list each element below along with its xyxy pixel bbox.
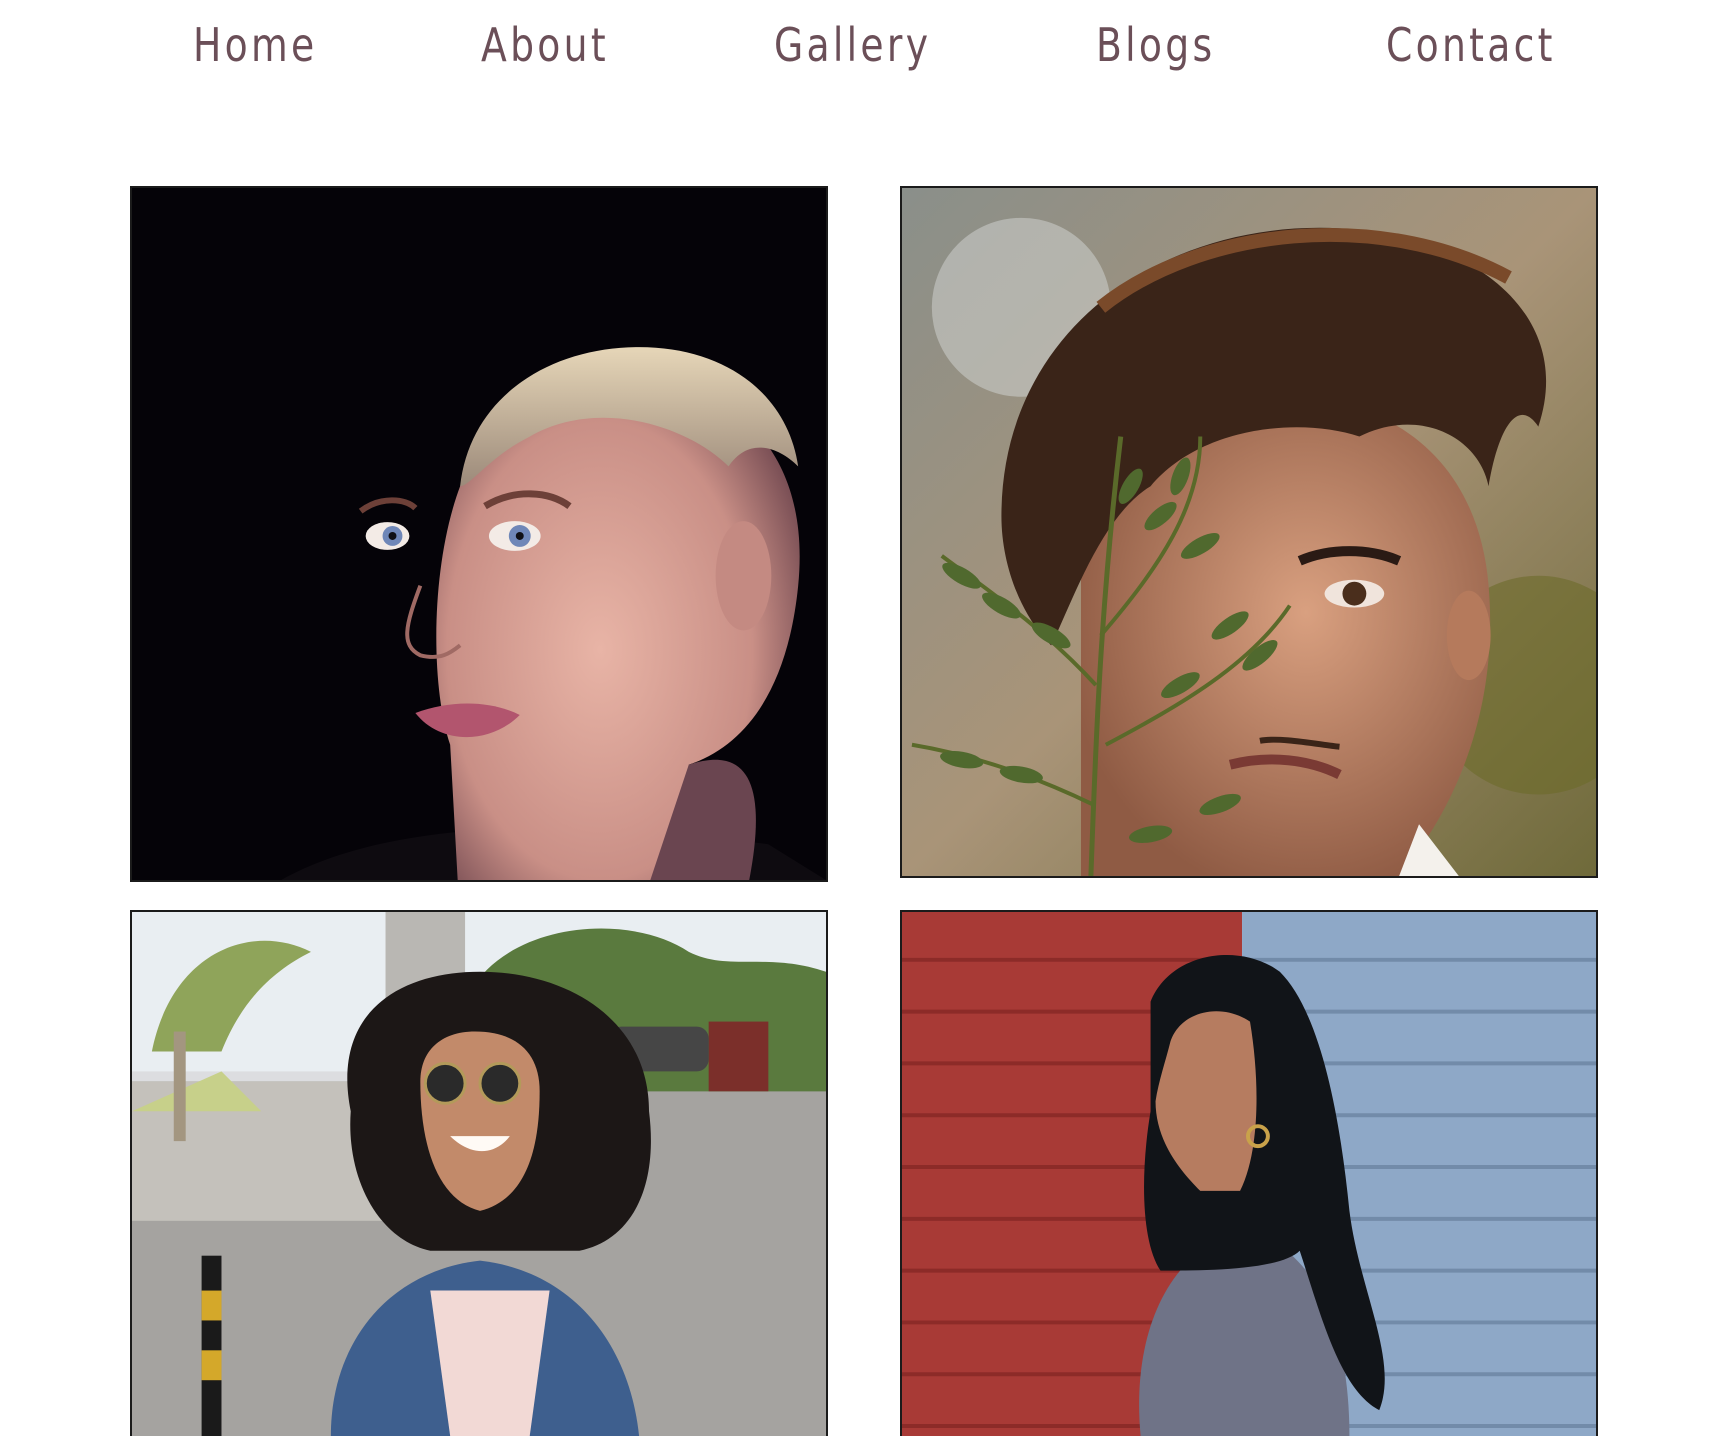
main-navigation: Home About Gallery Blogs Contact [0, 0, 1710, 100]
gallery-photo-fern-man[interactable] [900, 186, 1598, 878]
nav-contact-link[interactable]: Contact [1386, 18, 1556, 72]
nav-home-link[interactable]: Home [193, 18, 318, 72]
nav-about-link[interactable]: About [481, 18, 609, 72]
gallery-photo-brick-wall-woman[interactable] [900, 910, 1598, 1436]
nav-blogs-link[interactable]: Blogs [1096, 18, 1215, 72]
gallery-photo-street-woman[interactable] [130, 910, 828, 1436]
nav-gallery-link[interactable]: Gallery [774, 18, 931, 72]
portrait-image [902, 188, 1596, 876]
gallery-photo-short-hair-woman[interactable] [130, 186, 828, 882]
portrait-image [902, 912, 1596, 1436]
portrait-image [132, 188, 826, 880]
portrait-image [132, 912, 826, 1436]
